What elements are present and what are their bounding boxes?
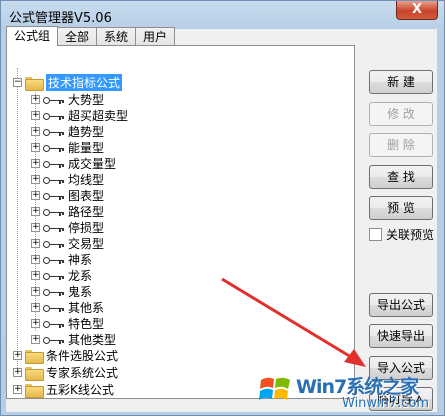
watermark-brand: Win7系统之家	[296, 376, 419, 398]
windows-logo-icon	[259, 377, 290, 400]
watermark-site: Winwin7.com	[342, 396, 430, 411]
watermark: Win7系统之家 Winwin7.com	[250, 368, 445, 416]
arrow-shaft	[221, 277, 357, 362]
tab-formula-group[interactable]: 公式组	[6, 26, 59, 46]
annotation-arrow	[221, 277, 366, 367]
arrow-head	[344, 349, 366, 367]
